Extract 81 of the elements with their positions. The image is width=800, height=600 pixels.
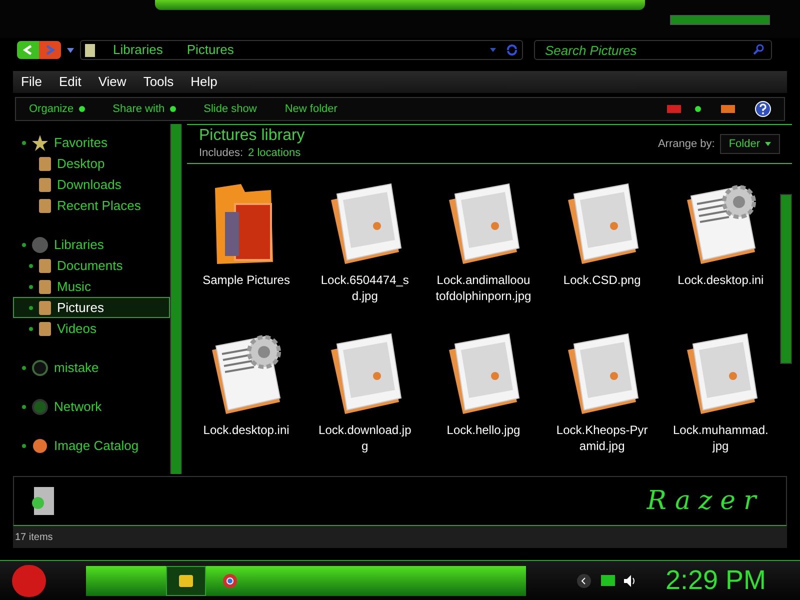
command-button[interactable]: New folder bbox=[284, 100, 338, 118]
folder-icon bbox=[39, 156, 51, 170]
folder-icon bbox=[39, 178, 51, 192]
user-icon bbox=[32, 360, 48, 376]
nav-item[interactable]: Videos bbox=[13, 318, 170, 339]
nav-group-label[interactable]: Favorites bbox=[54, 132, 108, 152]
folder-icon bbox=[39, 300, 51, 314]
library-icon bbox=[32, 236, 48, 252]
speaker-icon[interactable] bbox=[623, 574, 638, 588]
help-icon[interactable] bbox=[755, 101, 771, 117]
folder-icon bbox=[39, 198, 51, 212]
menu-item[interactable]: Tools bbox=[143, 72, 174, 92]
command-button[interactable]: Slide show bbox=[204, 100, 257, 118]
explorer-entry[interactable]: Lock.hello.jpg bbox=[424, 324, 543, 474]
arrange-label: Arrange by: bbox=[658, 136, 715, 152]
search-field[interactable]: Search Pictures bbox=[534, 40, 772, 60]
globe-icon bbox=[32, 398, 48, 414]
refresh-icon[interactable] bbox=[506, 44, 518, 56]
locations-link[interactable]: 2 locations bbox=[248, 144, 301, 162]
menu-item[interactable]: File bbox=[21, 72, 42, 92]
nav-item[interactable]: Recent Places bbox=[13, 195, 170, 216]
bullet-icon bbox=[29, 284, 33, 288]
includes-label: Includes: bbox=[199, 146, 244, 161]
arrange-dropdown[interactable]: Folder bbox=[720, 134, 780, 154]
command-button[interactable]: Organize bbox=[29, 100, 85, 118]
menu-item[interactable]: Help bbox=[190, 72, 218, 92]
explorer-entry[interactable]: Lock.desktop.ini bbox=[661, 174, 780, 324]
pictures-icon bbox=[30, 485, 56, 517]
chevron-icon[interactable] bbox=[577, 574, 592, 588]
catalog-icon bbox=[32, 438, 48, 454]
nav-group-label[interactable]: Image Catalog bbox=[54, 436, 139, 456]
explorer-entry[interactable]: Lock.download.jpg bbox=[306, 324, 424, 474]
menu-item[interactable]: Edit bbox=[58, 72, 82, 92]
address-bar[interactable]: Libraries Pictures bbox=[80, 40, 523, 60]
clock[interactable]: 2:29 PM bbox=[665, 560, 766, 600]
start-button[interactable] bbox=[12, 564, 46, 596]
command-button[interactable]: Share with bbox=[112, 100, 176, 118]
nav-item[interactable]: Pictures bbox=[13, 297, 170, 318]
nav-group-label[interactable]: Libraries bbox=[54, 234, 104, 254]
scrollbar[interactable] bbox=[170, 124, 182, 474]
item-count: 17 items bbox=[15, 530, 53, 544]
folder-taskbar-icon[interactable] bbox=[166, 566, 206, 596]
library-title: Pictures library bbox=[199, 126, 305, 145]
explorer-entry[interactable]: Lock.CSD.png bbox=[542, 174, 662, 324]
nav-item[interactable]: Downloads bbox=[13, 174, 170, 195]
logo: Razer bbox=[646, 484, 764, 518]
explorer-entry[interactable]: Sample Pictures bbox=[187, 174, 306, 324]
explorer-entry[interactable]: Lock.Kheops-Pyramid.jpg bbox=[542, 324, 662, 474]
explorer-entry[interactable]: Lock.desktop.ini bbox=[187, 324, 306, 474]
browser-taskbar-icon[interactable] bbox=[222, 572, 238, 588]
pictures-icon bbox=[85, 44, 95, 56]
folder-icon bbox=[39, 280, 51, 294]
nav-group-label[interactable]: Network bbox=[54, 396, 102, 416]
star-icon bbox=[32, 134, 48, 150]
caret-icon[interactable] bbox=[490, 48, 496, 52]
nav-item[interactable]: Documents bbox=[13, 255, 170, 276]
breadcrumb-item[interactable]: Pictures bbox=[186, 40, 234, 60]
monitor-icon[interactable] bbox=[601, 575, 616, 586]
nav-item[interactable]: Desktop bbox=[13, 153, 170, 174]
explorer-entry[interactable]: Lock.muhammad.jpg bbox=[661, 324, 780, 474]
caret-icon bbox=[765, 142, 771, 146]
bullet-icon bbox=[22, 444, 26, 448]
breadcrumb-item[interactable]: Libraries bbox=[113, 40, 163, 60]
bullet-icon bbox=[29, 306, 33, 310]
back-button[interactable] bbox=[17, 41, 39, 59]
explorer-entry[interactable]: Lock.6504474_sd.jpg bbox=[306, 174, 424, 324]
bullet-icon bbox=[22, 404, 26, 408]
nav-item[interactable]: Music bbox=[13, 276, 170, 297]
nav-group-label[interactable]: mistake bbox=[54, 358, 99, 378]
bullet-icon bbox=[22, 242, 26, 246]
bullet-icon bbox=[22, 366, 26, 370]
bullet-icon bbox=[29, 264, 33, 268]
bullet-icon bbox=[22, 140, 26, 144]
search-icon bbox=[753, 44, 764, 55]
explorer-entry[interactable]: Lock.andimallooutofdolphinporn.jpg bbox=[424, 174, 543, 324]
scrollbar[interactable] bbox=[780, 194, 792, 364]
folder-icon bbox=[39, 258, 51, 272]
folder-icon bbox=[39, 322, 51, 336]
dropdown-caret-icon[interactable] bbox=[67, 48, 74, 52]
bullet-icon bbox=[29, 326, 33, 330]
menu-item[interactable]: View bbox=[98, 72, 126, 92]
